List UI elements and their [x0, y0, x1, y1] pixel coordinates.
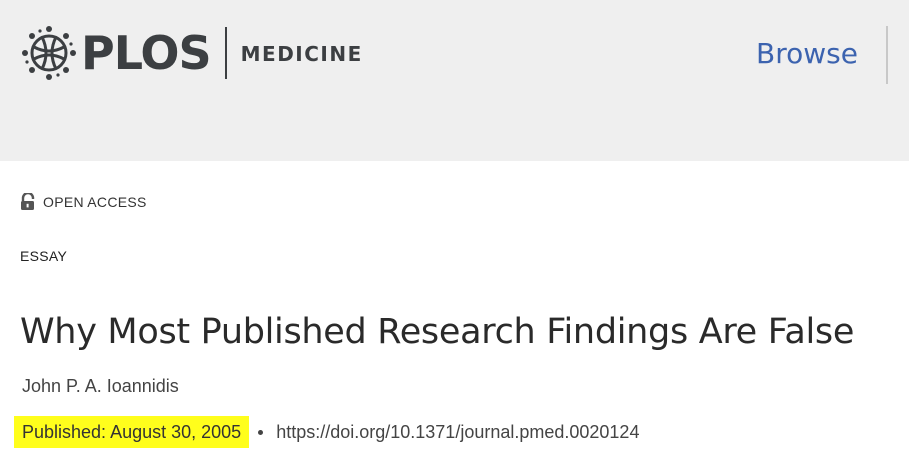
- nav-divider: [886, 26, 888, 84]
- published-date: Published: August 30, 2005: [14, 416, 250, 448]
- plos-globe-logo-icon: [22, 26, 76, 80]
- article-title: Why Most Published Research Findings Are…: [20, 312, 855, 352]
- logo-divider: [224, 27, 227, 79]
- open-access-badge: OPEN ACCESS: [20, 192, 147, 212]
- article-type: ESSAY: [20, 248, 68, 264]
- journal-name: MEDICINE: [240, 42, 363, 66]
- site-header: PLOS MEDICINE Browse: [0, 0, 909, 161]
- brand-name: PLOS: [81, 26, 212, 80]
- separator-bullet: [258, 429, 264, 435]
- doi-link[interactable]: https://doi.org/10.1371/journal.pmed.002…: [276, 420, 639, 444]
- browse-nav-link[interactable]: Browse: [756, 36, 858, 72]
- journal-logo-link[interactable]: PLOS MEDICINE: [20, 24, 363, 82]
- author-name[interactable]: John P. A. Ioannidis: [22, 374, 179, 398]
- unlocked-padlock-icon: [21, 193, 35, 210]
- open-access-label: OPEN ACCESS: [43, 194, 147, 210]
- publication-info: Published: August 30, 2005 https://doi.o…: [14, 416, 639, 448]
